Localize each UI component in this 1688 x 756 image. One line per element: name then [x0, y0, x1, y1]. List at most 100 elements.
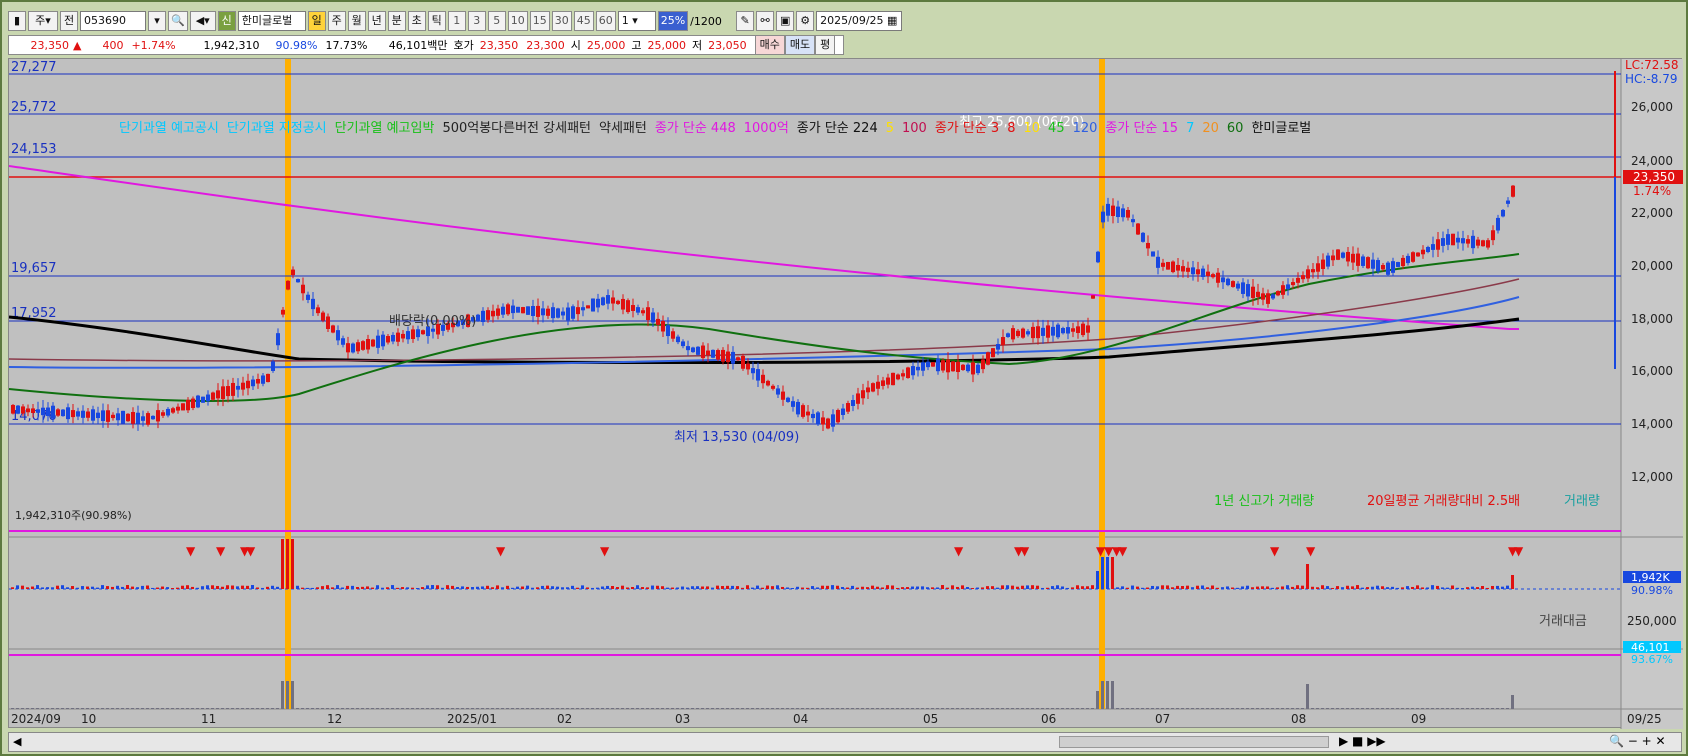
amount-bar — [1051, 708, 1054, 709]
tool-icon[interactable]: ✎ — [736, 11, 755, 31]
volume-bar — [521, 586, 524, 589]
scroll-thumb[interactable] — [1059, 736, 1329, 748]
speaker-icon[interactable]: ◀▾ — [189, 11, 216, 31]
zoom-button[interactable]: 25% — [657, 11, 689, 31]
legend-item[interactable]: 10 — [1024, 121, 1041, 136]
volume-bar — [796, 586, 799, 589]
legend-item[interactable]: 100 — [902, 121, 927, 136]
candle-body — [186, 399, 190, 411]
candle-body — [1466, 239, 1470, 244]
amount-bar — [1141, 708, 1144, 709]
amount-bar — [881, 708, 884, 709]
candle-body — [416, 329, 420, 338]
period-minute[interactable]: 분 — [387, 11, 406, 31]
volume-bar — [936, 587, 939, 589]
amount-bar — [1406, 708, 1409, 709]
amount-bar — [1091, 708, 1094, 709]
legend-item[interactable]: 단기과열 지정공시 — [227, 121, 327, 136]
legend-item[interactable]: 60 — [1227, 121, 1244, 136]
volume-bar — [1141, 587, 1144, 589]
price-chart-area[interactable]: 27,277 25,772 24,153 19,657 17,952 14,07… — [8, 58, 1683, 729]
period-week[interactable]: 주 — [327, 11, 346, 31]
legend-item[interactable]: 단기과열 예고임박 — [335, 121, 435, 136]
period-month[interactable]: 월 — [347, 11, 366, 31]
volume-header: 1,942,310주(90.98%) — [15, 509, 132, 522]
code-input[interactable]: 053690 — [80, 11, 146, 31]
period-second[interactable]: 초 — [407, 11, 426, 31]
prev-button[interactable]: 전 — [60, 11, 78, 31]
volume-bar — [1041, 587, 1044, 589]
chart-scrollbar[interactable]: ◀ ▶ ■ ▶▶ 🔍 − + ✕ — [8, 732, 1682, 752]
interval-5[interactable]: 5 — [487, 11, 506, 31]
high-value: 25,000 — [647, 38, 686, 52]
type-select[interactable]: 주▾ — [28, 11, 58, 31]
amount-bar — [1506, 708, 1509, 709]
amount-bar — [826, 708, 829, 709]
zoom-controls-icon[interactable]: 🔍 − + ✕ — [1609, 734, 1666, 748]
volume-bar — [511, 587, 514, 589]
eval-button[interactable]: 평 — [815, 35, 836, 55]
buy-button[interactable]: 매수 — [754, 35, 785, 55]
save-icon[interactable]: ▣ — [776, 11, 795, 31]
period-year[interactable]: 년 — [367, 11, 386, 31]
stock-name-field[interactable]: 한미글로벌 — [237, 11, 306, 31]
candle-body — [211, 392, 215, 400]
candle-body — [806, 411, 810, 416]
legend-item[interactable]: 45 — [1048, 121, 1065, 136]
interval-45[interactable]: 45 — [573, 11, 594, 31]
settings-icon[interactable]: ⚙ — [796, 11, 815, 31]
legend-item[interactable]: 종가 단순 15 — [1105, 121, 1178, 136]
dropdown-icon[interactable]: ▾ — [148, 11, 166, 31]
candle-body — [936, 358, 940, 372]
period-tick[interactable]: 틱 — [427, 11, 446, 31]
candle-body — [1226, 278, 1230, 286]
amount-bar — [1046, 708, 1049, 709]
search-icon[interactable]: 🔍 — [168, 11, 188, 31]
candle-body — [36, 409, 40, 413]
volume-signal-arrow: ▼ — [954, 544, 964, 558]
amount-bar — [221, 708, 224, 709]
legend-item[interactable]: 한미글로벌 — [1251, 121, 1311, 136]
legend-item[interactable]: 8 — [1007, 121, 1015, 136]
sell-button[interactable]: 매도 — [784, 35, 816, 55]
legend-item[interactable]: 120 — [1073, 121, 1098, 136]
volume-bar — [1301, 585, 1304, 589]
interval-60[interactable]: 60 — [595, 11, 616, 31]
candle-body — [576, 307, 580, 315]
volume-bar — [316, 587, 319, 589]
link-icon[interactable]: ⚯ — [756, 11, 775, 31]
interval-3[interactable]: 3 — [467, 11, 486, 31]
legend-item[interactable]: 5 — [886, 121, 894, 136]
interval-10[interactable]: 10 — [507, 11, 528, 31]
interval-1[interactable]: 1 — [447, 11, 466, 31]
volume-bar — [631, 586, 634, 589]
volume-bar — [1186, 585, 1189, 589]
interval-15[interactable]: 15 — [529, 11, 550, 31]
amount-bar — [121, 708, 124, 709]
candle-body — [236, 385, 240, 390]
legend-item[interactable]: 500억봉다른버전 강세패턴 — [442, 121, 591, 136]
amount-bar — [201, 708, 204, 709]
legend-item[interactable]: 단기과열 예고공시 — [119, 121, 219, 136]
menu-icon[interactable]: ▮ — [8, 11, 26, 31]
unit-select[interactable]: 1 ▾ — [617, 11, 656, 31]
volume-bar — [601, 586, 604, 589]
volume-bar — [201, 586, 204, 589]
volume-bar — [476, 586, 479, 589]
period-day[interactable]: 일 — [307, 11, 326, 31]
legend-item[interactable]: 1000억 — [744, 121, 789, 136]
amount-value: 46,101백만 — [388, 39, 448, 52]
interval-30[interactable]: 30 — [551, 11, 572, 31]
legend-item[interactable]: 20 — [1202, 121, 1219, 136]
legend-item[interactable]: 종가 단순 448 — [655, 121, 736, 136]
nav-controls-icon[interactable]: ▶ ■ ▶▶ — [1339, 734, 1386, 748]
amount-axis-label: 250,000 — [1627, 614, 1677, 628]
legend-item[interactable]: 약세패턴 — [599, 121, 647, 136]
amount-bar — [1171, 708, 1174, 709]
scroll-left-icon[interactable]: ◀ — [13, 735, 21, 748]
volume-bar — [496, 585, 499, 589]
legend-item[interactable]: 7 — [1186, 121, 1194, 136]
date-input[interactable]: 2025/09/25 ▦ — [816, 11, 903, 31]
legend-item[interactable]: 종가 단순 3 — [935, 121, 999, 136]
legend-item[interactable]: 종가 단순 224 — [797, 121, 878, 136]
